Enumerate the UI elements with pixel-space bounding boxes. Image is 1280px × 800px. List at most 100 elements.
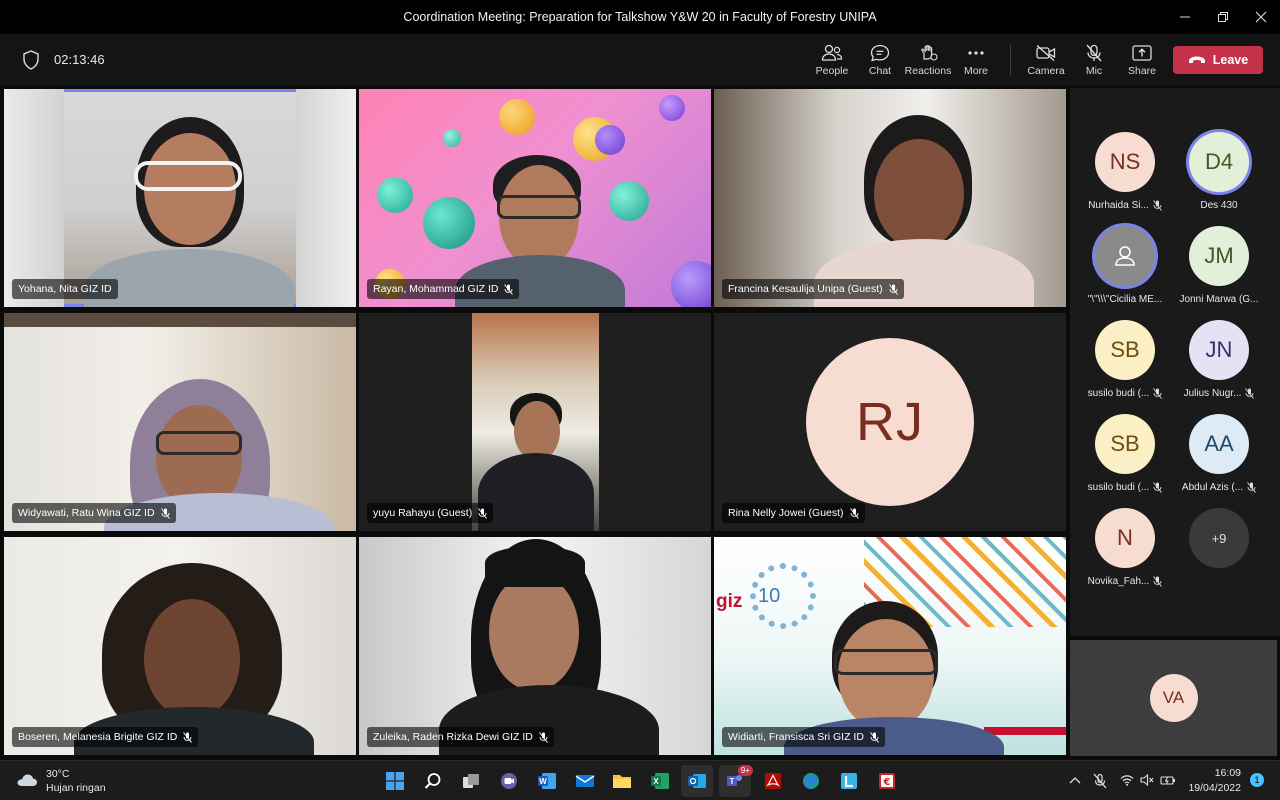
teams-chat-icon (501, 773, 517, 789)
roster-avatar: SB (1095, 320, 1155, 380)
start-button[interactable] (379, 765, 411, 797)
outlook-button[interactable] (681, 765, 713, 797)
mic-off-tray-icon[interactable] (1092, 773, 1108, 789)
camera-button[interactable]: Camera (1024, 42, 1068, 80)
participant-name: yuyu Rahayu (Guest) (373, 507, 473, 519)
restore-button[interactable] (1204, 0, 1242, 34)
svg-text:X: X (653, 777, 659, 786)
weather-widget[interactable]: 30°C Hujan ringan (16, 767, 106, 795)
mic-button[interactable]: Mic (1072, 42, 1116, 80)
roster-participant[interactable]: JN Julius Nugr... (1172, 320, 1266, 399)
windows-start-icon (386, 772, 404, 790)
teams-chat-button[interactable] (493, 765, 525, 797)
mic-muted-icon (478, 507, 488, 519)
cloud-rain-icon (17, 774, 37, 786)
wifi-icon[interactable] (1120, 774, 1134, 786)
taskbar-search-button[interactable] (417, 765, 449, 797)
participant-name: Francina Kesaulija Unipa (Guest) (728, 283, 883, 295)
shield-icon[interactable] (22, 50, 40, 70)
notification-badge[interactable]: 1 (1250, 773, 1264, 787)
roster-participant[interactable]: +9 (1172, 508, 1266, 568)
excel-button[interactable]: X (644, 765, 676, 797)
roster-avatar: AA (1189, 414, 1249, 474)
mic-muted-icon (1153, 576, 1163, 587)
roster-name-row: Novika_Fah... (1078, 576, 1172, 587)
video-tile-rayan[interactable]: Rayan, Mohammad GIZ ID (359, 89, 711, 307)
roster-avatar (1095, 226, 1155, 286)
teams-button[interactable]: T 9+ (719, 765, 753, 797)
share-icon (1132, 45, 1152, 61)
volume-muted-icon[interactable] (1140, 774, 1154, 786)
roster-participant[interactable]: SB susilo budi (... (1078, 320, 1172, 399)
roster-avatar: N (1095, 508, 1155, 568)
chevron-up-icon[interactable] (1069, 775, 1081, 785)
video-tile-rina[interactable]: RJ Rina Nelly Jowei (Guest) (714, 313, 1066, 531)
roster-avatar: NS (1095, 132, 1155, 192)
minimize-icon (1180, 16, 1190, 18)
edge-icon (803, 773, 819, 789)
video-tile-widyawati[interactable]: Widyawati, Ratu Wina GIZ ID (4, 313, 356, 531)
taskbar-clock[interactable]: 16:09 19/04/2022 (1183, 766, 1241, 796)
svg-text:W: W (539, 777, 547, 786)
roster-participant[interactable]: JM Jonni Marwa (G... (1172, 226, 1266, 305)
roster-name: Jonni Marwa (G... (1179, 294, 1259, 305)
minimize-button[interactable] (1166, 0, 1204, 34)
video-tile-zuleika[interactable]: Zuleika, Raden Rizka Dewi GIZ ID (359, 537, 711, 755)
roster-participant[interactable]: D4 Des 430 (1172, 132, 1266, 211)
roster-name-row: Nurhaida Si... (1078, 200, 1172, 211)
clock-date: 19/04/2022 (1188, 782, 1241, 794)
file-explorer-icon (613, 775, 631, 788)
euro-app-icon: € (879, 773, 895, 789)
edge-button[interactable] (795, 765, 827, 797)
video-tile-boseren[interactable]: Boseren, Melanesia Brigite GIZ ID (4, 537, 356, 755)
participant-roster: NS Nurhaida Si... D4 Des 430 "\"\\\"Cicilia … (1070, 88, 1280, 636)
avatar-initials: +9 (1211, 530, 1227, 546)
avatar-initials: AA (1204, 431, 1234, 456)
roster-participant[interactable]: N Novika_Fah... (1078, 508, 1172, 587)
mic-muted-icon (183, 731, 193, 743)
reactions-button[interactable]: Reactions (905, 42, 951, 80)
roster-participant[interactable]: SB susilo budi (... (1078, 414, 1172, 493)
toolbar-separator (1010, 44, 1011, 76)
word-button[interactable]: W (531, 765, 563, 797)
participant-name: Yohana, Nita GIZ ID (18, 283, 112, 295)
close-icon (1255, 11, 1267, 23)
reactions-icon (921, 44, 938, 61)
euro-app-button[interactable]: € (871, 765, 903, 797)
task-view-button[interactable] (455, 765, 487, 797)
restore-icon (1218, 12, 1228, 22)
avatar-initials: SB (1110, 337, 1140, 362)
chat-icon (870, 44, 890, 62)
people-button[interactable]: People (810, 42, 854, 80)
roster-avatar: SB (1095, 414, 1155, 474)
roster-name: susilo budi (... (1087, 482, 1150, 493)
person-icon (1115, 246, 1135, 266)
mail-button[interactable] (569, 765, 601, 797)
tile-name-box: Zuleika, Raden Rizka Dewi GIZ ID (367, 727, 554, 747)
roster-participant[interactable]: AA Abdul Azis (... (1172, 414, 1266, 493)
roster-participant[interactable]: NS Nurhaida Si... (1078, 132, 1172, 211)
avatar-initials: D4 (1204, 149, 1234, 174)
video-tile-yohana[interactable]: Yohana, Nita GIZ ID (4, 89, 356, 307)
share-button[interactable]: Share (1120, 42, 1164, 80)
mic-muted-icon (1152, 200, 1162, 211)
video-tile-yuyu[interactable]: yuyu Rahayu (Guest) (359, 313, 711, 531)
video-tile-francina[interactable]: Francina Kesaulija Unipa (Guest) (714, 89, 1066, 307)
task-view-icon (463, 774, 479, 788)
self-view[interactable]: VA (1070, 640, 1277, 756)
more-button[interactable]: More (954, 42, 998, 80)
launcher-l-button[interactable] (833, 765, 865, 797)
mic-muted-icon (539, 731, 548, 743)
acrobat-button[interactable] (757, 765, 789, 797)
svg-text:€: € (883, 777, 891, 788)
chat-button[interactable]: Chat (858, 42, 902, 80)
mic-muted-icon (888, 283, 898, 295)
leave-button[interactable]: Leave (1173, 46, 1263, 74)
file-explorer-button[interactable] (606, 765, 638, 797)
mic-muted-icon (849, 507, 859, 519)
video-tile-widiarti[interactable]: giz 10 Widiarti, Fransisca Sri GIZ ID (714, 537, 1066, 755)
mic-muted-icon (1245, 388, 1255, 399)
roster-participant[interactable]: "\"\\\"Cicilia ME... (1078, 226, 1172, 305)
battery-charging-icon[interactable] (1160, 774, 1176, 786)
close-button[interactable] (1242, 0, 1280, 34)
